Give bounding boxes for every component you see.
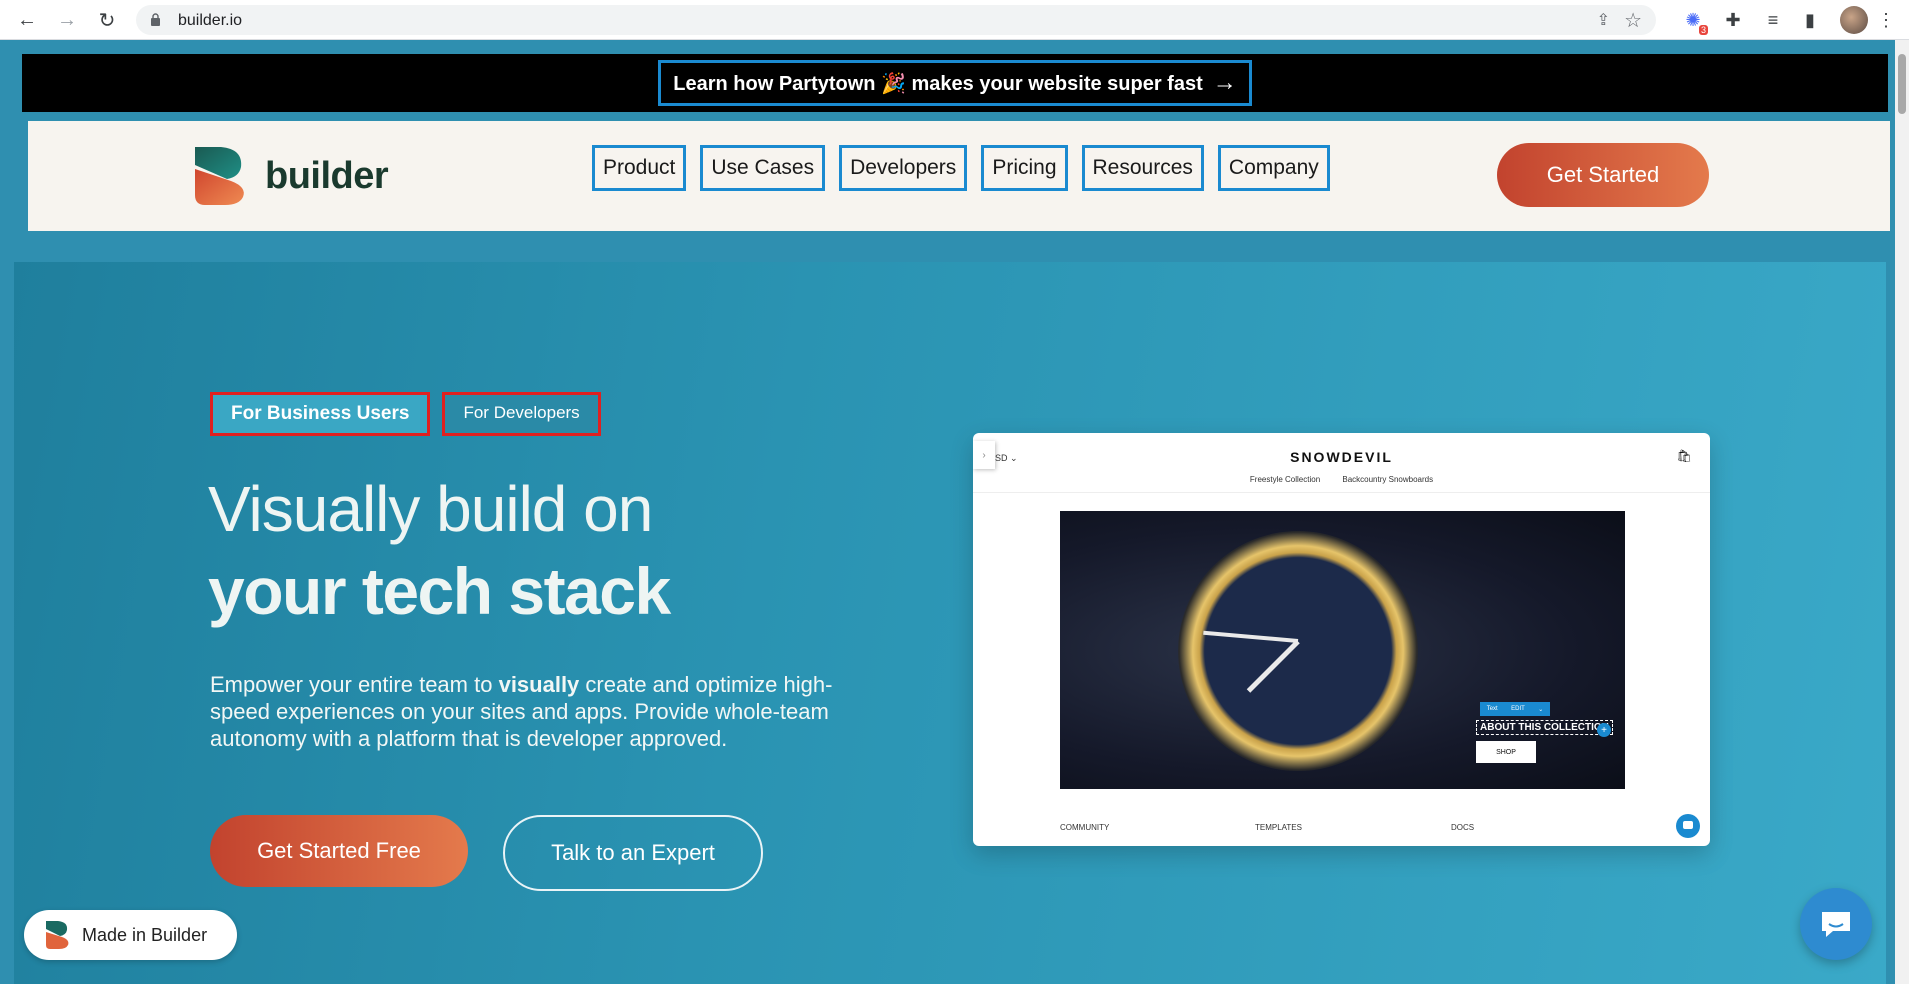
made-in-builder-badge[interactable]: Made in Builder bbox=[24, 910, 237, 960]
tab-developers[interactable]: For Developers bbox=[442, 392, 601, 436]
get-started-free-button[interactable]: Get Started Free bbox=[210, 815, 468, 887]
puzzle-extensions-icon[interactable]: ✚ bbox=[1720, 7, 1746, 33]
preview-topbar: › SD ⌄ SNOWDEVIL 🛍 Freestyle Collection … bbox=[973, 433, 1710, 493]
preview-menu: Freestyle Collection Backcountry Snowboa… bbox=[973, 475, 1710, 484]
hero-subcopy: Empower your entire team to visually cre… bbox=[210, 671, 860, 752]
share-icon[interactable]: ⇪ bbox=[1597, 10, 1610, 30]
site-header: builder Product Use Cases Developers Pri… bbox=[28, 121, 1890, 231]
address-bar[interactable]: builder.io ⇪ ☆ bbox=[136, 5, 1656, 35]
watch-illustration bbox=[1178, 531, 1418, 771]
preview-brand: SNOWDEVIL bbox=[1290, 449, 1393, 465]
toolbar-edit-label: EDIT bbox=[1511, 706, 1525, 712]
profile-avatar[interactable] bbox=[1840, 6, 1868, 34]
talk-to-expert-button[interactable]: Talk to an Expert bbox=[503, 815, 763, 891]
menu-kebab-icon[interactable]: ⋮ bbox=[1876, 7, 1896, 33]
add-block-icon: + bbox=[1597, 723, 1611, 737]
preview-footer-link: DOCS bbox=[1451, 823, 1475, 832]
builder-mark-icon bbox=[46, 921, 69, 949]
get-started-button[interactable]: Get Started bbox=[1497, 143, 1709, 207]
hero-headline-line2: your tech stack bbox=[208, 554, 671, 628]
extension-icon[interactable]: ✺ 3 bbox=[1680, 7, 1708, 35]
tab-business-users[interactable]: For Business Users bbox=[210, 392, 431, 436]
browser-toolbar: ← → ↻ builder.io ⇪ ☆ ✺ 3 ✚ ≡ ▮ ⋮ bbox=[0, 0, 1909, 40]
logo-text: builder bbox=[265, 154, 389, 197]
subcopy-bold: visually bbox=[498, 672, 580, 697]
announcement-text: Learn how Partytown 🎉 makes your website… bbox=[673, 72, 1203, 95]
cart-icon: 🛍 bbox=[1676, 449, 1692, 463]
builder-logo-icon bbox=[195, 147, 244, 205]
reload-icon[interactable]: ↻ bbox=[94, 7, 120, 33]
nav-company[interactable]: Company bbox=[1217, 145, 1330, 191]
builder-logo[interactable]: builder bbox=[191, 139, 398, 213]
main-nav: Product Use Cases Developers Pricing Res… bbox=[592, 145, 1344, 191]
announcement-bar: Learn how Partytown 🎉 makes your website… bbox=[22, 54, 1888, 112]
overlay-title: ABOUT THIS COLLECTION bbox=[1476, 720, 1613, 735]
preview-footer-link: COMMUNITY bbox=[1060, 823, 1110, 832]
preview-hero-image: Text EDIT ⌄ ABOUT THIS COLLECTION + SHOP bbox=[1060, 511, 1625, 789]
preview-menu-item: Freestyle Collection bbox=[1249, 475, 1321, 484]
back-icon[interactable]: ← bbox=[14, 7, 40, 33]
nav-use-cases[interactable]: Use Cases bbox=[700, 145, 826, 191]
nav-developers[interactable]: Developers bbox=[839, 145, 968, 191]
scroll-thumb[interactable] bbox=[1898, 54, 1906, 114]
announcement-link[interactable]: Learn how Partytown 🎉 makes your website… bbox=[658, 60, 1252, 106]
preview-chat-icon bbox=[1676, 814, 1700, 838]
audience-tabs: For Business Users For Developers bbox=[210, 392, 601, 436]
url-text[interactable]: builder.io bbox=[178, 12, 242, 30]
preview-menu-item: Backcountry Snowboards bbox=[1342, 475, 1434, 484]
preview-footer-link: TEMPLATES bbox=[1255, 823, 1302, 832]
bookmark-star-icon[interactable]: ☆ bbox=[1624, 8, 1642, 33]
chevron-down-icon: ⌄ bbox=[1538, 706, 1544, 713]
arrow-right-icon: → bbox=[1212, 69, 1237, 96]
extension-badge: 3 bbox=[1698, 25, 1708, 35]
chat-launcher-icon[interactable] bbox=[1800, 888, 1872, 960]
side-panel-icon[interactable]: ▮ bbox=[1797, 7, 1823, 33]
nav-product[interactable]: Product bbox=[592, 145, 687, 191]
product-preview: › SD ⌄ SNOWDEVIL 🛍 Freestyle Collection … bbox=[973, 433, 1710, 846]
badge-text: Made in Builder bbox=[82, 924, 208, 945]
hero-headline-line1: Visually build on bbox=[208, 473, 653, 545]
subcopy-pre: Empower your entire team to bbox=[210, 672, 499, 697]
page-scrollbar[interactable] bbox=[1895, 40, 1909, 984]
nav-resources[interactable]: Resources bbox=[1081, 145, 1204, 191]
forward-icon[interactable]: → bbox=[54, 7, 80, 33]
shop-button: SHOP bbox=[1476, 741, 1536, 763]
toolbar-text-label: Text bbox=[1486, 706, 1498, 712]
lock-icon bbox=[151, 13, 160, 26]
editor-toolbar: Text EDIT ⌄ bbox=[1480, 702, 1550, 716]
media-queue-icon[interactable]: ≡ bbox=[1760, 7, 1786, 33]
nav-pricing[interactable]: Pricing bbox=[981, 145, 1068, 191]
